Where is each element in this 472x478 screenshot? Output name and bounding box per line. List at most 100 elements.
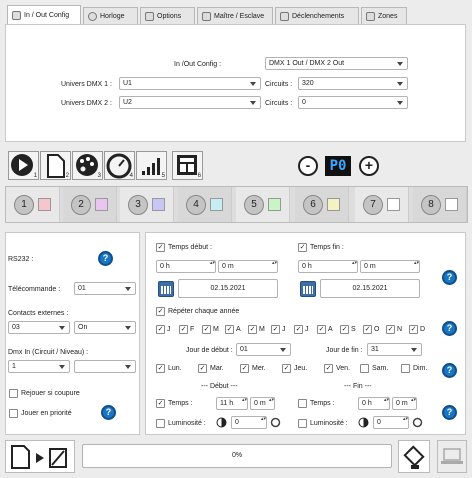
channel-color-swatch[interactable] [268,198,281,211]
month-label: J [305,326,309,333]
channel-color-swatch[interactable] [210,198,223,211]
dmx-in-level-select[interactable] [74,360,136,373]
fin-time-minutes-spinner[interactable]: 0 m [392,397,417,410]
play-button[interactable]: 1 [8,151,39,180]
tab-horloge[interactable]: Horloge [83,7,138,24]
month-checkbox[interactable]: ✓ [156,325,165,334]
trigger-icon [280,11,289,21]
channel-color-swatch[interactable] [387,198,400,211]
channel-color-swatch[interactable] [38,198,51,211]
day-checkbox[interactable]: ✓ [240,364,249,373]
luminosite-fin-spinner[interactable]: 0 [373,416,409,429]
luminosite-debut-spinner[interactable]: 0 [231,416,267,429]
day-checkbox[interactable] [401,364,410,373]
month-checkbox[interactable]: ✓ [202,325,211,334]
month-checkbox[interactable]: ✓ [409,325,418,334]
channel-color-swatch[interactable] [95,198,108,211]
fin-time-hours-spinner[interactable]: 0 h [358,397,390,410]
help-icon[interactable]: ? [442,405,457,420]
tab-options[interactable]: Options [140,7,195,24]
fin-minutes-spinner[interactable]: 0 m [360,260,420,273]
device-button[interactable] [398,440,430,473]
tab-zones[interactable]: Zones [361,7,407,24]
channel-3[interactable]: 3 [120,187,174,222]
channel-color-swatch[interactable] [152,198,165,211]
tab-in-out-config[interactable]: In / Out Config [7,5,81,25]
jour-debut-select[interactable]: 01 [236,343,291,356]
palette-button[interactable]: 3 [72,151,103,180]
dmx-in-circuit-select[interactable]: 1 [8,360,70,373]
luminosite-fin-checkbox[interactable] [298,419,307,428]
month-checkbox[interactable]: ✓ [294,325,303,334]
export-button[interactable] [5,440,75,473]
layout-button[interactable]: 6 [172,151,203,180]
univers-dmx1-select[interactable]: U1 [119,77,261,90]
day-checkbox[interactable]: ✓ [282,364,291,373]
channel-7[interactable]: 7 [355,187,409,222]
date-fin-field[interactable]: 02.15.2021 [320,279,420,298]
channel-color-swatch[interactable] [445,198,458,211]
help-icon[interactable]: ? [442,363,457,378]
date-debut-field[interactable]: 02.15.2021 [178,279,278,298]
debut-minutes-spinner[interactable]: 0 m [218,260,278,273]
day-checkbox[interactable]: ✓ [324,364,333,373]
debut-time-hours-spinner[interactable]: 11 h [216,397,248,410]
rejouer-checkbox[interactable] [9,389,18,398]
month-checkbox[interactable]: ✓ [179,325,188,334]
tab-declenchements[interactable]: Déclenchements [275,7,359,24]
temps-fin-enable-checkbox[interactable] [298,399,307,408]
priorite-label: Jouer en priorité [21,410,72,417]
channel-4[interactable]: 4 [178,187,232,222]
debut-time-minutes-spinner[interactable]: 0 m [250,397,275,410]
circuits1-select[interactable]: 320 [298,77,408,90]
channel-2[interactable]: 2 [63,187,117,222]
debut-hours-spinner[interactable]: 0 h [156,260,216,273]
calendar-icon[interactable] [158,281,174,297]
jour-fin-select[interactable]: 31 [367,343,422,356]
fin-hours-spinner[interactable]: 0 h [298,260,358,273]
month-checkbox[interactable]: ✓ [340,325,349,334]
month-label: J [282,326,286,333]
link-icon[interactable] [270,417,281,428]
month-checkbox[interactable]: ✓ [363,325,372,334]
day-checkbox[interactable]: ✓ [156,364,165,373]
month-checkbox[interactable]: ✓ [225,325,234,334]
day-label: Mer. [252,365,266,372]
circuits2-select[interactable]: 0 [298,96,408,109]
signal-button[interactable]: 5 [136,151,167,180]
gauge-button[interactable]: 4 [104,151,135,180]
in-out-config-select[interactable]: DMX 1 Out / DMX 2 Out [265,57,408,70]
help-icon[interactable]: ? [442,321,457,336]
day-checkbox[interactable] [360,364,369,373]
univers-dmx2-select[interactable]: U2 [119,96,261,109]
minus-button[interactable]: - [298,156,318,176]
month-checkbox[interactable]: ✓ [248,325,257,334]
repeter-checkbox[interactable]: ✓ [156,307,165,316]
channel-8[interactable]: 8 [413,187,467,222]
channel-6[interactable]: 6 [295,187,349,222]
link-icon[interactable] [412,417,423,428]
temps-debut-enable-checkbox[interactable]: ✓ [156,399,165,408]
priorite-checkbox[interactable] [9,409,18,418]
telecommande-select[interactable]: 01 [74,282,136,295]
month-checkbox[interactable]: ✓ [317,325,326,334]
luminosite-debut-checkbox[interactable] [156,419,165,428]
temps-fin-checkbox[interactable]: ✓ [298,243,307,252]
tab-maitre-esclave[interactable]: Maître / Esclave [197,7,273,24]
help-icon[interactable]: ? [98,251,113,266]
document-button[interactable]: 2 [40,151,71,180]
temps-debut-checkbox[interactable]: ✓ [156,243,165,252]
plus-button[interactable]: + [359,156,379,176]
channel-5[interactable]: 5 [236,187,290,222]
channel-color-swatch[interactable] [327,198,340,211]
help-icon[interactable]: ? [442,270,457,285]
help-icon[interactable]: ? [101,405,116,420]
day-checkbox[interactable]: ✓ [198,364,207,373]
contacts-state-select[interactable]: On [74,321,136,334]
month-checkbox[interactable]: ✓ [271,325,280,334]
calendar-icon[interactable] [300,281,316,297]
month-checkbox[interactable]: ✓ [386,325,395,334]
computer-button[interactable] [437,440,467,473]
channel-1[interactable]: 1 [6,187,60,222]
contacts-externes-select[interactable]: 03 [8,321,70,334]
